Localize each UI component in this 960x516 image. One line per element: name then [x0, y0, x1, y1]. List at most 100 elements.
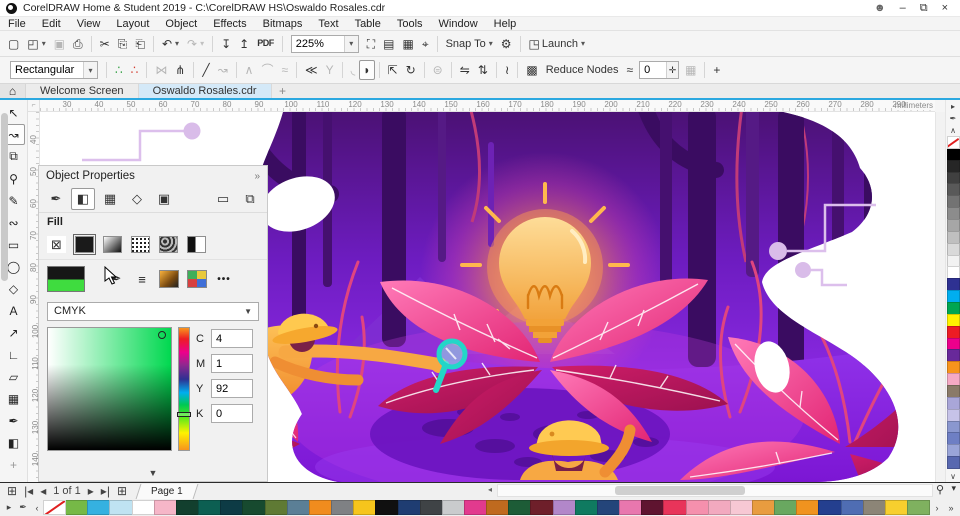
menu-table[interactable]: Table: [347, 17, 389, 31]
menu-layout[interactable]: Layout: [108, 17, 157, 31]
doc-palette-more-icon[interactable]: »: [944, 503, 958, 513]
color-swatch[interactable]: [774, 500, 798, 515]
add-page-start-button[interactable]: ⊞: [4, 484, 20, 499]
color-swatch[interactable]: [796, 500, 820, 515]
fountain-fill-button[interactable]: [103, 236, 122, 253]
hue-slider[interactable]: [177, 327, 191, 451]
copy-button[interactable]: ⎘: [114, 34, 132, 54]
zoom-level-input[interactable]: [291, 35, 344, 52]
color-swatch[interactable]: [65, 500, 89, 515]
previous-page-button[interactable]: ◂: [37, 484, 49, 499]
reflect-vertically-button[interactable]: ⇅: [474, 60, 492, 80]
hue-slider-handle[interactable]: [177, 412, 191, 418]
color-swatch[interactable]: [175, 500, 200, 515]
minimize-button[interactable]: –: [900, 2, 906, 14]
full-screen-preview-button[interactable]: ⛶: [363, 34, 379, 54]
color-swatch[interactable]: [729, 500, 753, 515]
menu-tools[interactable]: Tools: [389, 17, 431, 31]
add-page-end-button[interactable]: ⊞: [114, 484, 130, 499]
color-swatch[interactable]: [331, 500, 355, 515]
clip-tab[interactable]: ⧉: [238, 188, 262, 210]
color-swatch[interactable]: [596, 500, 621, 515]
texture-fill-button[interactable]: [159, 236, 178, 253]
undo-button[interactable]: ↶ ▾: [158, 34, 183, 54]
docker-collapse-button[interactable]: »: [254, 171, 260, 182]
menu-object[interactable]: Object: [157, 17, 205, 31]
color-swatch[interactable]: [153, 500, 177, 515]
close-curve-button[interactable]: ◗: [359, 60, 375, 80]
cmyk-y-input[interactable]: [211, 379, 253, 398]
color-palette-swatch-icon[interactable]: [159, 270, 179, 288]
zoom-status-icon[interactable]: ⚲: [936, 483, 944, 496]
launch-dropdown[interactable]: ◳ Launch ▾: [525, 34, 589, 54]
new-tab-button[interactable]: +: [271, 84, 294, 98]
curve-smoothness-spinner[interactable]: ✛: [639, 61, 680, 79]
menu-file[interactable]: File: [0, 17, 34, 31]
vertical-scrollbar-thumb[interactable]: [1, 113, 8, 281]
show-grid-button[interactable]: ▦: [398, 34, 417, 54]
frame-tab[interactable]: ▭: [211, 188, 235, 210]
cmyk-m-input[interactable]: [211, 354, 253, 373]
import-button[interactable]: ↧: [217, 34, 235, 54]
print-button[interactable]: ⎙: [69, 34, 87, 54]
show-rulers-button[interactable]: ▤: [379, 34, 398, 54]
menu-edit[interactable]: Edit: [34, 17, 69, 31]
color-swatch[interactable]: [375, 500, 399, 515]
horizontal-scrollbar[interactable]: [497, 484, 933, 497]
snap-off-button[interactable]: ⌖: [418, 34, 433, 54]
horizontal-scrollbar-thumb[interactable]: [615, 486, 745, 495]
color-selection-ring[interactable]: [158, 331, 166, 339]
account-icon[interactable]: ☻: [874, 2, 886, 14]
drop-shadow-tool[interactable]: ▱: [3, 366, 25, 387]
new-document-button[interactable]: ▢: [4, 34, 23, 54]
color-sliders-icon[interactable]: ≡: [133, 269, 151, 289]
publish-pdf-button[interactable]: PDF: [253, 34, 278, 54]
color-swatch[interactable]: [264, 500, 288, 515]
doc-palette-scroll-left-icon[interactable]: ‹: [30, 503, 44, 513]
color-swatch[interactable]: [840, 500, 864, 515]
select-all-nodes-button[interactable]: ▩: [522, 60, 541, 80]
cmyk-c-input[interactable]: [211, 329, 253, 348]
palette-eyedropper-icon[interactable]: ✒: [947, 112, 960, 124]
palette-scroll-down-icon[interactable]: ∨: [947, 470, 960, 482]
transparency-tab[interactable]: ▦: [98, 188, 122, 210]
add-nodes-button[interactable]: ∴: [111, 60, 127, 80]
delete-nodes-button[interactable]: ∴: [127, 60, 143, 80]
snap-to-dropdown[interactable]: Snap To ▾: [442, 34, 497, 54]
docker-scroll-down-button[interactable]: ▼: [39, 457, 267, 481]
color-swatch[interactable]: [619, 500, 643, 515]
color-swatch[interactable]: [419, 500, 443, 515]
break-nodes-button[interactable]: ⋔: [171, 60, 189, 80]
convert-to-line-button[interactable]: ╱: [198, 60, 213, 80]
polygon-tool[interactable]: ◇: [3, 278, 25, 299]
cut-button[interactable]: ✂: [96, 34, 114, 54]
zoom-level-combo[interactable]: ▾: [290, 34, 359, 53]
color-swatch[interactable]: [43, 500, 67, 515]
effect-tab[interactable]: ◇: [125, 188, 149, 210]
color-swatch[interactable]: [87, 500, 111, 515]
palette-flyout-icon[interactable]: ▸: [947, 100, 960, 112]
menu-effects[interactable]: Effects: [205, 17, 254, 31]
options-button[interactable]: ⚙: [497, 34, 516, 54]
text-tool[interactable]: A: [3, 300, 25, 321]
color-swatch[interactable]: [463, 500, 488, 515]
color-swatch[interactable]: [198, 500, 222, 515]
color-eyedropper-icon[interactable]: ✒: [107, 269, 125, 289]
color-swatch[interactable]: [946, 136, 960, 149]
color-swatch[interactable]: [641, 500, 665, 515]
first-page-button[interactable]: |◂: [21, 484, 36, 499]
color-swatch[interactable]: [242, 500, 266, 515]
doc-palette-scroll-right-icon[interactable]: ›: [930, 503, 944, 513]
ruler-origin[interactable]: ⌐: [28, 100, 40, 112]
bitmap-tab[interactable]: ▣: [152, 188, 176, 210]
doc-palette-eyedropper-icon[interactable]: ✒: [16, 502, 30, 513]
palette-collapse-icon[interactable]: ▾: [951, 483, 956, 494]
menu-text[interactable]: Text: [310, 17, 346, 31]
current-fill-swatch[interactable]: [47, 266, 85, 292]
paste-button[interactable]: ⎗: [131, 34, 149, 54]
tab-oswaldo-rosales[interactable]: Oswaldo Rosales.cdr: [138, 84, 272, 98]
welcome-home-icon[interactable]: ⌂: [0, 84, 26, 98]
color-swatch[interactable]: [441, 500, 465, 515]
color-swatch[interactable]: [486, 500, 510, 515]
color-swatch[interactable]: [884, 500, 909, 515]
